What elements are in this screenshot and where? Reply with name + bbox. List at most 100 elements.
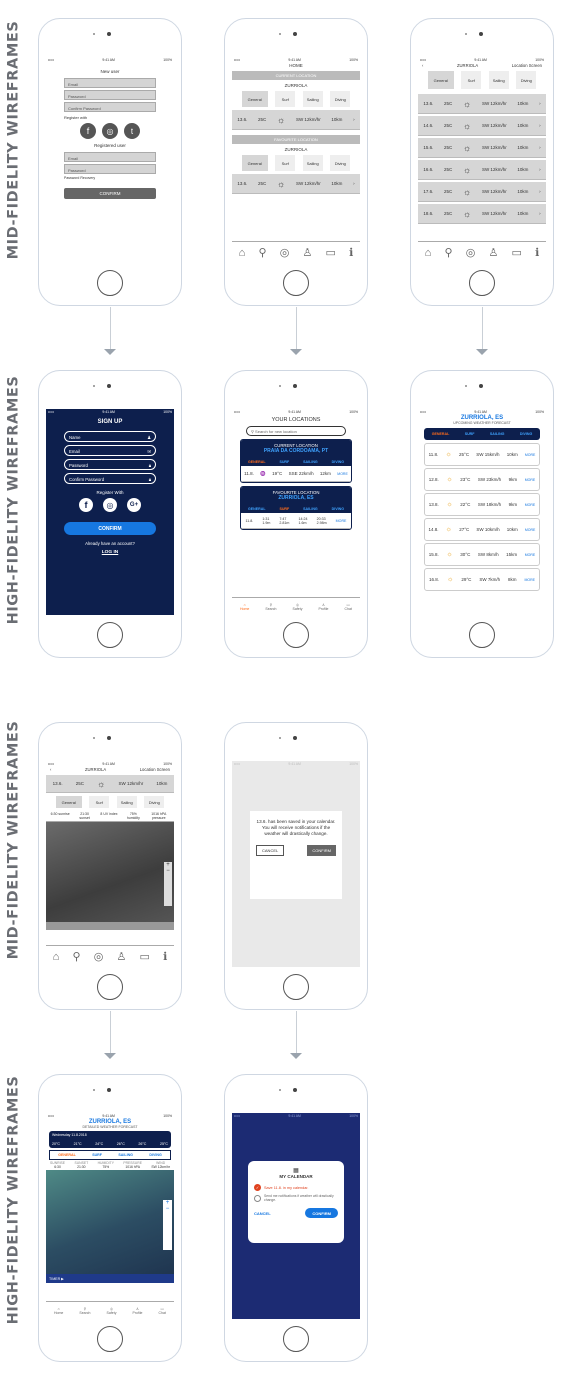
instagram-icon[interactable]: ◎ [103, 498, 117, 512]
forecast-row[interactable]: 13.8. ☼ 22°C SW 18km/h 9km MORE [424, 493, 540, 516]
nav-safety[interactable]: ◎ Safety [293, 603, 303, 611]
back-icon[interactable]: ‹ [50, 767, 51, 772]
chat-icon[interactable]: ▭ [512, 246, 522, 259]
forecast-row[interactable]: 13.6. 25C ☼ SW 12km/hr 10km › [232, 174, 360, 194]
facebook-icon[interactable]: f [79, 498, 93, 512]
tab-sailing[interactable]: Sailing [302, 91, 323, 107]
tab-general[interactable]: General [241, 155, 268, 171]
tab-surf[interactable]: Surf [275, 155, 296, 171]
tab-diving[interactable]: Diving [516, 71, 537, 89]
nav-chat[interactable]: ▭ Chat [345, 603, 352, 611]
profile-icon[interactable]: ♙ [488, 246, 498, 259]
tab-surf[interactable]: SURF [92, 1153, 102, 1157]
login-email-field[interactable]: Email [64, 152, 156, 162]
info-icon[interactable]: ℹ [349, 246, 353, 259]
nav-safety[interactable]: ◎ Safety [107, 1307, 117, 1315]
facebook-icon[interactable]: f [80, 123, 96, 139]
home-icon[interactable]: ⌂ [425, 247, 432, 259]
tab-surf[interactable]: SURF [279, 507, 289, 511]
name-field[interactable]: Name [69, 435, 80, 440]
forecast-row[interactable]: 12.8. ☼ 23°C SW 23km/h 9km MORE [424, 468, 540, 491]
home-icon[interactable]: ⌂ [239, 247, 246, 259]
confirm-password-field[interactable]: Confirm Password [69, 477, 104, 482]
info-icon[interactable]: ℹ [535, 246, 539, 259]
tab-general[interactable]: GENERAL [432, 432, 450, 436]
cancel-button[interactable]: CANCEL [254, 1211, 271, 1216]
tide-row[interactable]: 11.8. 1:31 1.9m 7:47 2.81m 14:24 1.6m 20:33 2.98… [241, 513, 351, 529]
nav-search[interactable]: ⚲ Search [265, 603, 276, 611]
forecast-row[interactable]: 15.6. 25C ☼ SW 12km/hr 10km › [418, 138, 546, 158]
lifebuoy-icon[interactable]: ◎ [280, 246, 290, 259]
info-icon[interactable]: ℹ [163, 950, 167, 963]
tab-diving[interactable]: Diving [144, 796, 165, 808]
tab-diving[interactable]: Diving [330, 155, 351, 171]
email-field[interactable]: Email [69, 449, 80, 454]
password-recovery-link[interactable]: Password Recovery [64, 176, 156, 180]
unchecked-icon[interactable] [254, 1194, 261, 1202]
tab-general[interactable]: General [55, 796, 82, 808]
tab-sailing[interactable]: SAILING [303, 460, 318, 464]
lifebuoy-icon[interactable]: ◎ [94, 950, 104, 963]
tab-surf[interactable]: SURF [279, 460, 289, 464]
timer-bar[interactable]: TIMER ▶ [46, 1274, 174, 1283]
forecast-row[interactable]: 15.8. ☼ 30°C SW 8km/h 15km MORE [424, 543, 540, 566]
forecast-row[interactable]: 13.6. 25C ☼ SW 12km/hr 10km › [232, 110, 360, 130]
tab-surf[interactable]: Surf [275, 91, 296, 107]
password-field[interactable]: Password [64, 90, 156, 100]
tab-diving[interactable]: DIVING [332, 460, 344, 464]
login-password-field[interactable]: Password [64, 164, 156, 174]
tab-general[interactable]: GENERAL [58, 1153, 76, 1157]
timeline-bar[interactable] [46, 922, 174, 930]
location-screen-link[interactable]: Location Screen [140, 767, 170, 772]
nav-profile[interactable]: ♙ Profile [319, 603, 329, 611]
forecast-row[interactable]: 13.6. 25C ☼ SW 12km/hr 10km › [418, 94, 546, 114]
email-field[interactable]: Email [64, 78, 156, 88]
tab-general[interactable]: GENERAL [248, 460, 266, 464]
forecast-row[interactable]: 11.8. ♒ 19°C SSE 22km/h 12km MORE [241, 466, 351, 482]
nav-chat[interactable]: ▭ Chat [159, 1307, 166, 1315]
nav-home[interactable]: ⌂ Home [240, 603, 249, 611]
confirm-button[interactable]: CONFIRM [64, 188, 156, 199]
instagram-icon[interactable]: ◎ [102, 123, 118, 139]
confirm-button[interactable]: CONFIRM [64, 522, 156, 535]
weather-map[interactable]: + − [46, 1170, 174, 1274]
tab-general[interactable]: General [241, 91, 268, 107]
more-button[interactable]: MORE [336, 519, 347, 523]
tab-surf[interactable]: Surf [461, 71, 482, 89]
back-icon[interactable]: ‹ [422, 63, 423, 68]
forecast-row[interactable]: 16.8. ☼ 29°C SW 7km/h 8km MORE [424, 568, 540, 591]
nav-search[interactable]: ⚲ Search [79, 1307, 90, 1315]
location-screen-link[interactable]: Location Screen [512, 63, 542, 68]
tab-diving[interactable]: Diving [330, 91, 351, 107]
forecast-row[interactable]: 18.6. 25C ☼ SW 12km/hr 10km › [418, 204, 546, 224]
tab-general[interactable]: General [427, 71, 454, 89]
password-field[interactable]: Password [69, 463, 88, 468]
tab-surf[interactable]: Surf [89, 796, 110, 808]
zoom-controls[interactable]: + − [164, 862, 172, 906]
tab-diving[interactable]: DIVING [332, 507, 344, 511]
search-icon[interactable]: ⚲ [72, 950, 80, 963]
forecast-row[interactable]: 11.8. ☼ 25°C SW 15km/h 10km MORE [424, 443, 540, 466]
confirm-password-field[interactable]: Confirm Password [64, 102, 156, 112]
google-plus-icon[interactable]: G+ [127, 498, 141, 512]
forecast-row[interactable]: 17.6. 25C ☼ SW 12km/hr 10km › [418, 182, 546, 202]
checked-icon[interactable]: ✓ [254, 1184, 261, 1191]
login-link[interactable]: LOG IN [64, 550, 156, 555]
tab-general[interactable]: GENERAL [248, 507, 266, 511]
lifebuoy-icon[interactable]: ◎ [466, 246, 476, 259]
forecast-row[interactable]: 14.6. 25C ☼ SW 12km/hr 10km › [418, 116, 546, 136]
tab-sailing[interactable]: Sailing [488, 71, 509, 89]
confirm-button[interactable]: CONFIRM [307, 845, 336, 856]
nav-home[interactable]: ⌂ Home [54, 1307, 63, 1315]
search-icon[interactable]: ⚲ [444, 246, 452, 259]
tab-sailing[interactable]: Sailing [302, 155, 323, 171]
home-icon[interactable]: ⌂ [53, 951, 60, 963]
search-icon[interactable]: ⚲ [258, 246, 266, 259]
cancel-button[interactable]: CANCEL [256, 845, 285, 856]
tab-sailing[interactable]: Sailing [116, 796, 137, 808]
tab-surf[interactable]: SURF [465, 432, 475, 436]
chat-icon[interactable]: ▭ [140, 950, 150, 963]
profile-icon[interactable]: ♙ [116, 950, 126, 963]
twitter-icon[interactable]: t [124, 123, 140, 139]
chat-icon[interactable]: ▭ [326, 246, 336, 259]
